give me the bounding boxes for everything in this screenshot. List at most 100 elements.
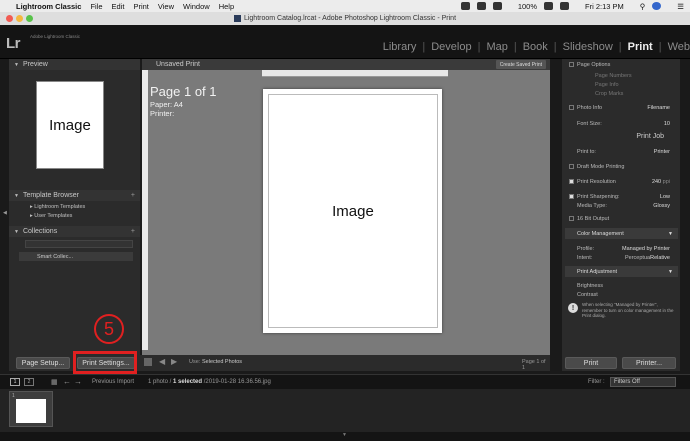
color-management-header[interactable]: Color Management ▼	[565, 228, 678, 239]
printer-button[interactable]: Printer...	[622, 357, 676, 369]
menu-edit[interactable]: Edit	[112, 2, 125, 11]
eye-icon[interactable]	[460, 2, 470, 10]
document-bar: Unsaved Print Create Saved Print	[142, 59, 550, 70]
forward-arrow-icon[interactable]: →	[74, 377, 82, 386]
preview-thumbnail: Image	[36, 81, 104, 169]
left-panel-collapse-icon[interactable]: ◀	[3, 210, 7, 216]
module-separator: |	[553, 41, 557, 53]
module-separator: |	[422, 41, 426, 53]
add-template-icon[interactable]: +	[131, 192, 135, 199]
page-setup-button[interactable]: Page Setup...	[16, 357, 70, 369]
close-window-icon[interactable]	[6, 15, 13, 22]
horizontal-ruler	[262, 70, 448, 77]
list-icon[interactable]: ☰	[677, 2, 684, 11]
lightroom-logo: Lr	[6, 35, 21, 52]
collections-header[interactable]: ▼ Collections +	[9, 226, 140, 237]
bit16-row[interactable]: 16 Bit Output	[565, 213, 678, 224]
siri-icon[interactable]	[652, 2, 662, 10]
zoom-window-icon[interactable]	[26, 15, 33, 22]
filter-dropdown[interactable]: Filters Off	[610, 377, 676, 387]
print-image-cell[interactable]: Image	[268, 94, 438, 328]
window-title: Lightroom Catalog.lrcat - Adobe Photosho…	[243, 15, 457, 22]
checkbox-checked-icon[interactable]	[569, 194, 574, 199]
paper-label: Paper: A4	[150, 100, 183, 109]
callout-highlight-box	[73, 351, 137, 374]
crop-marks-row[interactable]: Crop Marks	[565, 88, 678, 99]
module-picker: Library | Develop | Map | Book | Slidesh…	[383, 41, 690, 53]
print-job-header[interactable]: Print Job	[565, 131, 678, 142]
module-book[interactable]: Book	[523, 41, 548, 53]
filter-label: Filter :	[588, 379, 605, 385]
thumb-index: 1	[12, 393, 15, 399]
wifi-icon[interactable]	[492, 2, 502, 10]
preview-title: Preview	[22, 61, 48, 68]
warning-icon: !	[568, 303, 578, 313]
print-button[interactable]: Print	[565, 357, 617, 369]
photo-info-row[interactable]: Photo Info Filename	[565, 102, 678, 113]
font-size-row[interactable]: Font Size: 10	[565, 118, 678, 129]
flag-icon[interactable]	[560, 2, 569, 10]
clock[interactable]: Fri 2:13 PM	[585, 2, 624, 11]
menu-window[interactable]: Window	[183, 2, 210, 11]
template-browser-title: Template Browser	[22, 192, 79, 199]
filmstrip-bar: 1 2 ▦ ← → Previous Import 1 photo / 1 se…	[0, 374, 690, 389]
status-area: 100% Fri 2:13 PM ⚲ ☰	[460, 0, 684, 12]
create-saved-print-button[interactable]: Create Saved Print	[495, 60, 546, 69]
collapse-triangle-icon: ▼	[668, 268, 673, 275]
module-print[interactable]: Print	[628, 41, 653, 53]
checkbox-icon[interactable]	[569, 164, 574, 169]
print-adjustment-header[interactable]: Print Adjustment ▼	[565, 266, 678, 277]
module-separator: |	[618, 41, 622, 53]
print-to-row[interactable]: Print to: Printer	[565, 146, 678, 157]
back-arrow-icon[interactable]: ←	[63, 377, 71, 386]
checkbox-checked-icon[interactable]	[569, 179, 574, 184]
print-resolution-row[interactable]: Print Resolution 240 ppi	[565, 176, 678, 187]
module-library[interactable]: Library	[383, 41, 417, 53]
app-menu[interactable]: Lightroom Classic	[16, 2, 81, 11]
add-collection-icon[interactable]: +	[131, 228, 135, 235]
module-separator: |	[513, 41, 517, 53]
grid-view-icon[interactable]	[144, 358, 152, 366]
media-type-row[interactable]: Media Type: Glossy	[565, 200, 678, 211]
module-map[interactable]: Map	[486, 41, 507, 53]
grid-icon[interactable]: ▦	[51, 378, 58, 386]
module-web[interactable]: Web	[668, 41, 690, 53]
mac-menubar: Lightroom Classic File Edit Print View W…	[0, 0, 690, 12]
battery-icon[interactable]	[544, 2, 553, 10]
filmstrip-source[interactable]: Previous Import	[92, 379, 134, 385]
filmstrip	[0, 389, 690, 432]
next-page-icon[interactable]: ▶	[171, 357, 177, 366]
menu-help[interactable]: Help	[219, 2, 234, 11]
spotlight-icon[interactable]: ⚲	[640, 2, 646, 11]
module-slideshow[interactable]: Slideshow	[563, 41, 613, 53]
use-dropdown[interactable]: Selected Photos	[202, 359, 242, 365]
template-browser-header[interactable]: ▼ Template Browser +	[9, 190, 140, 201]
step-callout: 5	[94, 314, 124, 344]
collection-filter-input[interactable]	[25, 240, 133, 248]
filmstrip-thumbnail[interactable]	[16, 399, 46, 423]
template-folder-user[interactable]: ▸ User Templates	[30, 213, 72, 219]
window-2-button[interactable]: 2	[24, 378, 34, 386]
page-options-row[interactable]: Page Options	[565, 59, 678, 70]
vertical-ruler	[142, 70, 148, 350]
checkbox-icon[interactable]	[569, 62, 574, 67]
cast-icon[interactable]	[476, 2, 486, 10]
menu-print[interactable]: Print	[133, 2, 148, 11]
module-develop[interactable]: Develop	[431, 41, 471, 53]
preview-panel-header[interactable]: ▼ Preview	[9, 59, 140, 70]
window-1-button[interactable]: 1	[10, 378, 20, 386]
template-folder-lightroom[interactable]: ▸ Lightroom Templates	[30, 204, 85, 210]
menu-view[interactable]: View	[158, 2, 174, 11]
battery-label: 100%	[517, 1, 537, 11]
draft-mode-row[interactable]: Draft Mode Printing	[565, 161, 678, 172]
minimize-window-icon[interactable]	[16, 15, 23, 22]
prev-page-icon[interactable]: ◀	[159, 357, 165, 366]
intent-row[interactable]: Intent: Perceptual Relative	[565, 252, 678, 263]
checkbox-icon[interactable]	[569, 105, 574, 110]
smart-collection-row[interactable]: Smart Collec...	[19, 252, 133, 261]
checkbox-icon[interactable]	[569, 216, 574, 221]
contrast-slider[interactable]: Contrast	[565, 289, 678, 300]
document-title: Unsaved Print	[156, 61, 200, 68]
expand-filmstrip-icon[interactable]: ▼	[342, 432, 347, 438]
menu-file[interactable]: File	[90, 2, 102, 11]
